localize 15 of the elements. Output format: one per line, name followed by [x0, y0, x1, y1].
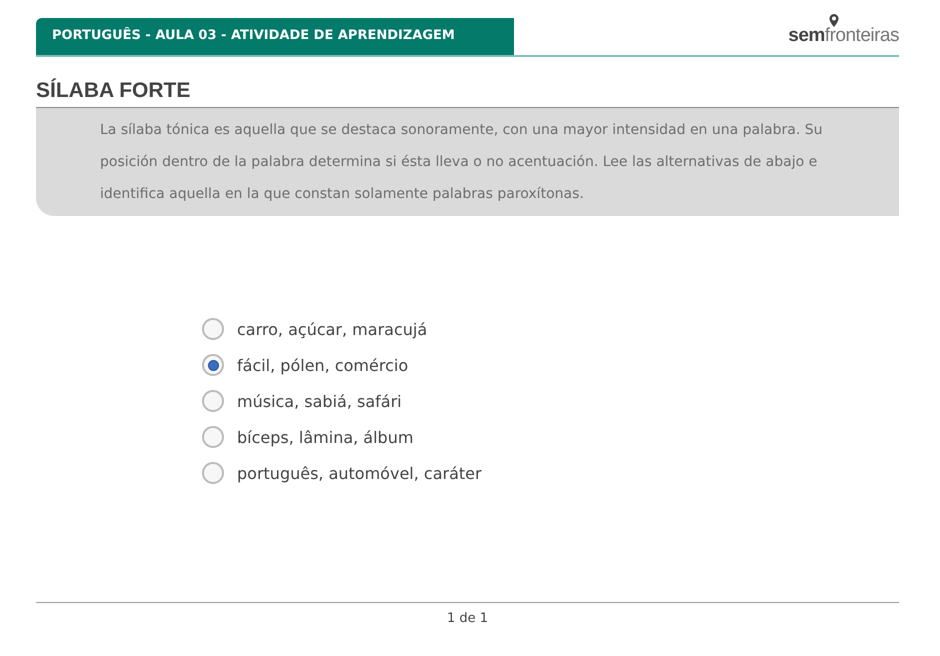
radio-button[interactable] [202, 354, 224, 376]
page-indicator: 1 de 1 [446, 611, 488, 626]
lesson-title-bar: PORTUGUÊS - AULA 03 - ATIVIDADE DE APRENDIZAGEM [36, 18, 514, 55]
location-pin-icon [828, 14, 839, 27]
answer-option[interactable]: fácil, pólen, comércio [202, 354, 408, 376]
radio-button[interactable] [202, 426, 224, 448]
radio-button[interactable] [202, 318, 224, 340]
answer-option[interactable]: bíceps, lâmina, álbum [202, 426, 414, 448]
radio-button[interactable] [202, 390, 224, 412]
answer-option[interactable]: música, sabiá, safári [202, 390, 402, 412]
radio-button[interactable] [202, 462, 224, 484]
answer-option[interactable]: português, automóvel, caráter [202, 462, 482, 484]
logo: semfronteiras [788, 26, 899, 45]
answer-option[interactable]: carro, açúcar, maracujá [202, 318, 428, 340]
instructions-text: La sílaba tónica es aquella que se destaca sonoramente, con una mayor intensidad en una palabra. Su posición dentro de la palabra determina si ésta lleva o no acentuación. Lee las alternativas de abajo e identifica aquella en la que constan solamente palabras paroxítonas. [36, 108, 899, 216]
